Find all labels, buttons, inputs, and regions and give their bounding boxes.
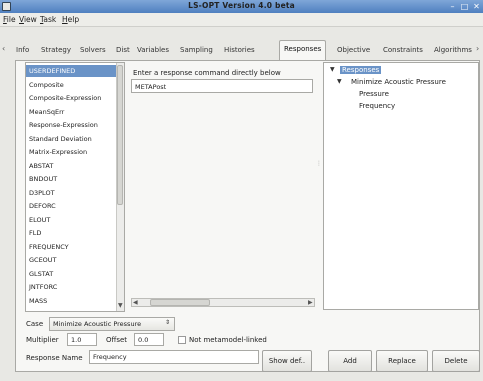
scroll-down-icon[interactable]: ▼ [118,302,123,309]
list-item[interactable]: Composite [26,79,118,91]
menu-file[interactable]: File [3,15,16,24]
tab-info[interactable]: Info [12,42,33,59]
expand-icon[interactable]: ▼ [337,78,342,85]
window-title: LS-OPT Version 4.0 beta [188,1,295,10]
tab-objective[interactable]: Objective [333,42,374,59]
list-item[interactable]: USERDEFINED [26,65,118,77]
tree-case[interactable]: Minimize Acoustic Pressure [351,78,446,86]
list-item[interactable]: JNTFORC [26,281,118,293]
case-select[interactable]: Minimize Acoustic Pressure [49,317,175,331]
tab-algorithms[interactable]: Algorithms [430,42,476,59]
list-item[interactable]: MeanSqErr [26,106,118,118]
case-select-value: Minimize Acoustic Pressure [53,320,142,328]
list-item[interactable]: ABSTAT [26,160,118,172]
tab-scroll-right-icon[interactable]: › [476,44,479,53]
list-item[interactable]: DEFORC [26,200,118,212]
response-type-list: USERDEFINED Composite Composite-Expressi… [25,62,125,312]
command-input[interactable]: METAPost [131,79,313,93]
scroll-right-icon[interactable]: ▶ [308,299,313,306]
list-item[interactable]: BNDOUT [26,173,118,185]
list-item[interactable]: FREQUENCY [26,241,118,253]
list-item[interactable]: GCEOUT [26,254,118,266]
list-item[interactable]: FLD [26,227,118,239]
responses-tree [323,62,479,310]
tab-solvers[interactable]: Solvers [76,42,110,59]
command-hscrollbar-thumb[interactable] [150,299,210,306]
tab-dist[interactable]: Dist [112,42,134,59]
list-item[interactable]: GLSTAT [26,268,118,280]
response-name-label: Response Name [26,354,83,362]
splitter-handle[interactable]: ⋮ [316,160,322,180]
tab-sampling[interactable]: Sampling [176,42,217,59]
metamodel-label: Not metamodel-linked [189,336,267,344]
list-item[interactable]: Response-Expression [26,119,118,131]
menu-view[interactable]: View [19,15,37,24]
menu-task[interactable]: Task [40,15,56,24]
tree-root-responses[interactable]: Responses [340,66,382,74]
tab-scroll-left-icon[interactable]: ‹ [2,44,5,53]
delete-button[interactable]: Delete [432,350,480,372]
chevron-updown-icon[interactable]: ⇕ [165,319,170,326]
offset-label: Offset [106,336,128,344]
scroll-left-icon[interactable]: ◀ [133,299,138,306]
response-name-input[interactable]: Frequency [89,350,259,364]
show-def-button[interactable]: Show def.. [262,350,312,372]
tab-strategy[interactable]: Strategy [37,42,75,59]
minimize-icon[interactable]: – [447,2,458,11]
command-area [131,95,315,298]
command-label: Enter a response command directly below [133,69,281,77]
close-icon[interactable]: ✕ [471,2,482,11]
tab-variables[interactable]: Variables [133,42,173,59]
multiplier-input[interactable]: 1.0 [67,333,97,346]
list-item[interactable]: ELOUT [26,214,118,226]
add-button[interactable]: Add [328,350,372,372]
tab-constraints[interactable]: Constraints [379,42,427,59]
list-item[interactable]: Standard Deviation [26,133,118,145]
maximize-icon[interactable]: □ [459,2,470,11]
tab-responses[interactable]: Responses [279,40,327,60]
metamodel-checkbox[interactable] [178,336,186,344]
list-item[interactable]: Composite-Expression [26,92,118,104]
case-label: Case [26,320,44,328]
offset-input[interactable]: 0.0 [134,333,164,346]
menu-help[interactable]: Help [62,15,79,24]
list-item[interactable]: MASS [26,295,118,307]
list-scrollbar-thumb[interactable] [117,65,123,205]
replace-button[interactable]: Replace [376,350,428,372]
list-item[interactable]: Matrix-Expression [26,146,118,158]
multiplier-label: Multiplier [26,336,59,344]
tree-item-frequency[interactable]: Frequency [359,102,395,110]
tab-histories[interactable]: Histories [220,42,259,59]
list-item[interactable]: D3PLOT [26,187,118,199]
tree-item-pressure[interactable]: Pressure [359,90,389,98]
expand-icon[interactable]: ▼ [330,66,335,73]
